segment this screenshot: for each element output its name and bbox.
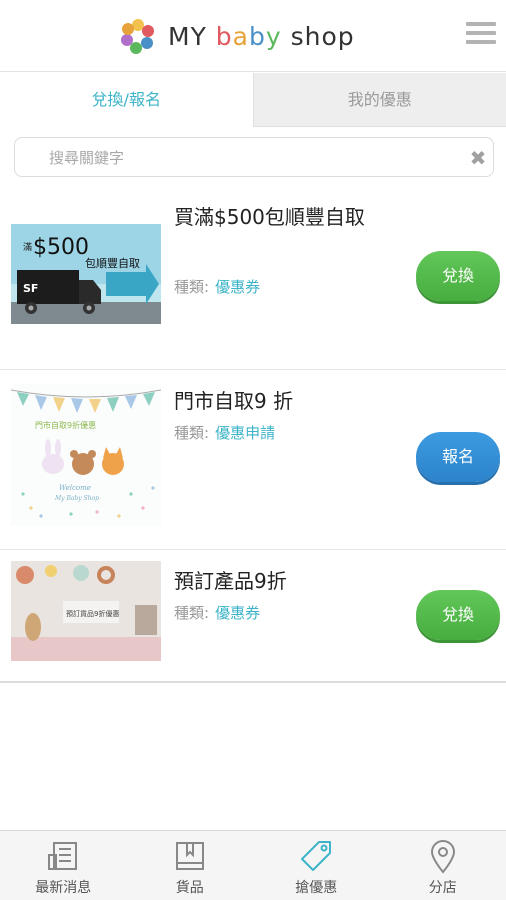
item-type: 種類: 優惠券 bbox=[174, 602, 260, 623]
bottom-nav: 最新消息 貨品 搶優惠 分店 bbox=[0, 830, 506, 900]
list-item[interactable]: 預訂貨品9折優惠 預訂產品9折 種類: 優惠券 兌換 bbox=[0, 550, 506, 683]
search-box bbox=[14, 137, 494, 177]
sf-logo-text: SF bbox=[23, 282, 38, 295]
tab-bar: 兌換/報名 我的優惠 bbox=[0, 73, 506, 127]
list-item[interactable]: 門市自取9折優惠 Welcome My Baby Shop 門市自取9 折 種類… bbox=[0, 370, 506, 550]
nav-item-branches[interactable]: 分店 bbox=[380, 831, 506, 900]
thumb-pickup-text: 包順豐自取 bbox=[85, 257, 140, 270]
thumb-price-text: $500 bbox=[33, 235, 89, 260]
thumb-caption-text: 預訂貨品9折優惠 bbox=[66, 609, 119, 618]
my-baby-shop-logo: MY baby shop bbox=[118, 16, 378, 56]
logo-flower-icon bbox=[121, 19, 154, 54]
app-header: MY baby shop bbox=[0, 0, 506, 72]
signup-button[interactable]: 報名 bbox=[416, 432, 500, 482]
thumb-small-text: 滿 bbox=[23, 241, 32, 253]
item-type: 種類: 優惠券 bbox=[174, 276, 260, 297]
tag-icon bbox=[301, 841, 332, 871]
type-label: 種類: bbox=[174, 604, 210, 622]
location-pin-icon bbox=[430, 840, 455, 874]
nav-label: 貨品 bbox=[175, 880, 204, 896]
nav-item-offers[interactable]: 搶優惠 bbox=[253, 831, 380, 900]
thumb-caption-text: 門市自取9折優惠 bbox=[35, 420, 96, 430]
tab-my-offers[interactable]: 我的優惠 bbox=[252, 73, 506, 127]
thumb-welcome-text: Welcome bbox=[59, 484, 91, 492]
type-value: 優惠券 bbox=[215, 604, 261, 622]
sf-pickup-thumbnail: SF 滿 $500 包順豐自取 bbox=[11, 224, 161, 324]
thumb-shop-text: My Baby Shop bbox=[54, 495, 99, 502]
nav-item-news[interactable]: 最新消息 bbox=[0, 831, 127, 900]
nav-label: 最新消息 bbox=[35, 880, 92, 896]
item-title: 預訂產品9折 bbox=[174, 569, 287, 593]
list-item[interactable]: SF 滿 $500 包順豐自取 買滿$500包順豐自取 種類: 優惠券 兌換 bbox=[0, 190, 506, 370]
item-type: 種類: 優惠申請 bbox=[174, 422, 275, 443]
hamburger-menu-icon[interactable] bbox=[466, 22, 496, 48]
item-title: 買滿$500包順豐自取 bbox=[174, 205, 365, 229]
nav-item-products[interactable]: 貨品 bbox=[127, 831, 254, 900]
news-icon bbox=[48, 842, 78, 870]
type-value: 優惠券 bbox=[215, 278, 261, 296]
type-label: 種類: bbox=[174, 278, 210, 296]
type-label: 種類: bbox=[174, 424, 210, 442]
search-input[interactable] bbox=[49, 146, 449, 170]
redeem-button[interactable]: 兌換 bbox=[416, 590, 500, 640]
preorder-thumbnail: 預訂貨品9折優惠 bbox=[11, 561, 161, 661]
clear-search-icon[interactable]: ✖ bbox=[468, 148, 488, 168]
tab-redeem-signup[interactable]: 兌換/報名 bbox=[0, 73, 253, 127]
store-pickup-thumbnail: 門市自取9折優惠 Welcome My Baby Shop bbox=[11, 384, 161, 526]
logo-wordmark: MY baby shop bbox=[168, 21, 355, 51]
book-icon bbox=[175, 842, 204, 870]
item-title: 門市自取9 折 bbox=[174, 389, 294, 413]
redeem-button[interactable]: 兌換 bbox=[416, 251, 500, 301]
nav-label: 搶優惠 bbox=[295, 880, 338, 896]
nav-label: 分店 bbox=[428, 880, 457, 896]
type-value: 優惠申請 bbox=[215, 424, 276, 442]
